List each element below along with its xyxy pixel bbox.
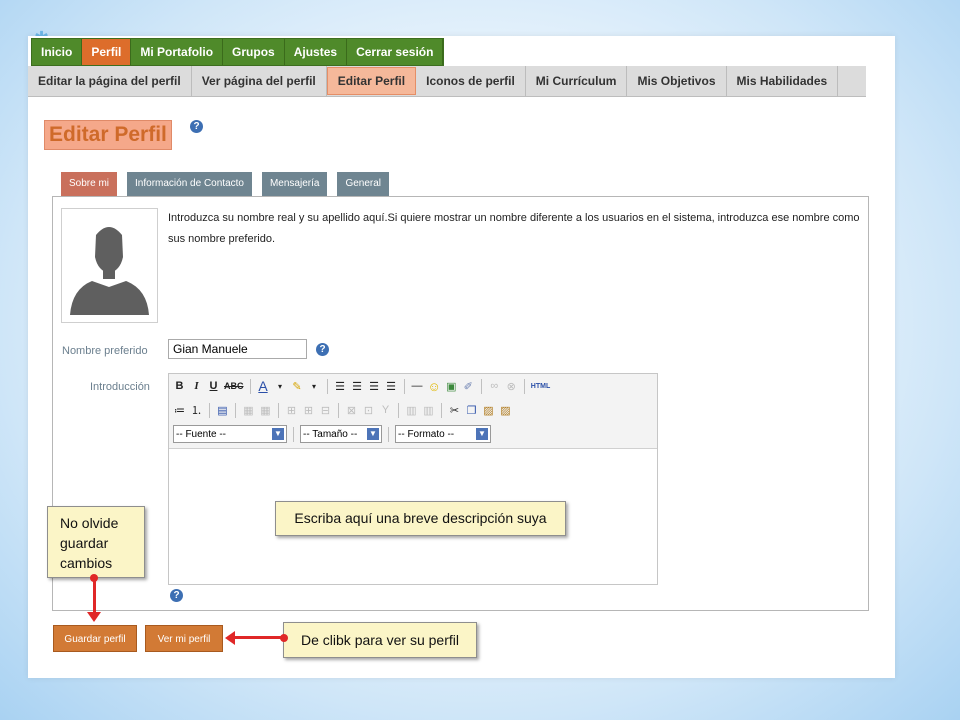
align-right-icon[interactable]: ☰ [368, 380, 381, 393]
preferred-name-label: Nombre preferido [62, 345, 148, 357]
tab-sobre-mi[interactable]: Sobre mi [61, 172, 118, 196]
copy-icon[interactable]: ❐ [465, 404, 478, 417]
underline-button[interactable]: U [207, 380, 220, 392]
sub-navigation: Editar la página del perfil Ver página d… [28, 66, 866, 97]
table-properties-icon[interactable]: Y [379, 404, 392, 416]
paste-text-icon[interactable]: ▨ [499, 404, 512, 417]
nav-perfil[interactable]: Perfil [82, 39, 132, 65]
nav-grupos[interactable]: Grupos [223, 39, 285, 65]
view-arrow [234, 636, 284, 639]
introduction-label: Introducción [90, 381, 150, 393]
rich-text-editor: B I U ABC A ▾ ✎ ▾ ☰ ☰ ☰ ☰ — ☺ ▣ ✐ ∞ ⊗ HT… [168, 373, 658, 585]
preferred-name-input[interactable] [168, 339, 307, 359]
preferred-name-help-icon[interactable]: ? [316, 343, 329, 356]
format-select-value: -- Formato -- [398, 428, 455, 440]
subnav-mis-objetivos[interactable]: Mis Objetivos [627, 66, 727, 96]
user-silhouette-icon [70, 227, 149, 315]
strikethrough-button[interactable]: ABC [224, 381, 244, 391]
table-insert-icon[interactable]: ▥ [422, 404, 435, 417]
main-navigation: Inicio Perfil Mi Portafolio Grupos Ajust… [31, 38, 445, 66]
html-source-button[interactable]: HTML [531, 383, 550, 390]
nav-ajustes[interactable]: Ajustes [285, 39, 348, 65]
page-title: Editar Perfil [49, 123, 167, 146]
tab-general[interactable]: General [337, 172, 390, 196]
table-edit-icon[interactable]: ▤ [216, 404, 229, 417]
split-cells-icon[interactable]: ⊡ [362, 404, 375, 417]
cleanup-icon[interactable]: ✐ [462, 380, 475, 393]
save-profile-button[interactable]: Guardar perfil [53, 625, 137, 652]
link-icon[interactable]: ∞ [488, 380, 501, 392]
horizontal-rule-icon[interactable]: — [411, 380, 424, 392]
subnav-editar-perfil[interactable]: Editar Perfil [326, 67, 417, 95]
numbered-list-icon[interactable]: ⒈ [190, 402, 203, 418]
editor-toolbar: B I U ABC A ▾ ✎ ▾ ☰ ☰ ☰ ☰ — ☺ ▣ ✐ ∞ ⊗ HT… [169, 374, 657, 449]
bullet-list-icon[interactable]: ≔ [173, 404, 186, 417]
profile-form: Introduzca su nombre real y su apellido … [52, 196, 869, 611]
name-instructions: Introduzca su nombre real y su apellido … [168, 212, 860, 245]
page-title-box: Editar Perfil [44, 120, 172, 150]
profile-tabs: Sobre mi Información de Contacto Mensaje… [61, 172, 390, 196]
view-profile-button[interactable]: Ver mi perfil [145, 625, 223, 652]
nav-mi-portafolio[interactable]: Mi Portafolio [131, 39, 224, 65]
image-icon[interactable]: ▣ [445, 380, 458, 393]
chevron-down-icon: ▼ [476, 428, 488, 440]
size-select[interactable]: -- Tamaño -- ▼ [300, 425, 382, 443]
avatar[interactable] [61, 208, 158, 323]
delete-row-icon[interactable]: ⊟ [319, 404, 332, 417]
align-justify-icon[interactable]: ☰ [385, 380, 398, 393]
table-row-icon[interactable]: ▦ [242, 404, 255, 417]
subnav-iconos-perfil[interactable]: Iconos de perfil [416, 66, 526, 96]
highlight-dropdown-icon[interactable]: ▾ [308, 382, 321, 391]
save-arrow-head-icon [87, 612, 101, 622]
help-icon[interactable]: ? [190, 120, 203, 133]
chevron-down-icon: ▼ [272, 428, 284, 440]
subnav-ver-pagina-perfil[interactable]: Ver página del perfil [192, 66, 327, 96]
format-select[interactable]: -- Formato -- ▼ [395, 425, 491, 443]
subnav-mis-habilidades[interactable]: Mis Habilidades [727, 66, 839, 96]
paste-icon[interactable]: ▨ [482, 404, 495, 417]
font-select-value: -- Fuente -- [176, 428, 227, 440]
italic-button[interactable]: I [190, 380, 203, 392]
profile-hint-callout: De clibk para ver su perfil [283, 622, 477, 658]
font-select[interactable]: -- Fuente -- ▼ [173, 425, 287, 443]
save-arrow [93, 578, 96, 616]
table-delete-icon[interactable]: ▥ [405, 404, 418, 417]
text-color-button[interactable]: A [257, 378, 270, 394]
unlink-icon[interactable]: ⊗ [505, 380, 518, 393]
tab-mensajeria[interactable]: Mensajería [261, 172, 328, 196]
browser-page: Inicio Perfil Mi Portafolio Grupos Ajust… [28, 36, 895, 678]
subnav-editar-pagina-perfil[interactable]: Editar la página del perfil [28, 66, 192, 96]
insert-row-icon[interactable]: ⊞ [285, 404, 298, 417]
align-center-icon[interactable]: ☰ [351, 380, 364, 393]
highlight-button[interactable]: ✎ [291, 380, 304, 393]
tab-informacion-contacto[interactable]: Información de Contacto [127, 172, 252, 196]
nav-cerrar-sesion[interactable]: Cerrar sesión [347, 39, 444, 65]
bold-button[interactable]: B [173, 380, 186, 392]
editor-hint-callout: Escriba aquí una breve descripción suya [275, 501, 566, 536]
size-select-value: -- Tamaño -- [303, 428, 358, 440]
align-left-icon[interactable]: ☰ [334, 380, 347, 393]
save-hint-callout: No olvide guardar cambios [47, 506, 145, 578]
merge-cells-icon[interactable]: ⊠ [345, 404, 358, 417]
cut-icon[interactable]: ✂ [448, 404, 461, 417]
introduction-help-icon[interactable]: ? [170, 589, 183, 602]
text-color-dropdown-icon[interactable]: ▾ [274, 382, 287, 391]
view-arrow-head-icon [225, 631, 235, 645]
table-cell-icon[interactable]: ▦ [259, 404, 272, 417]
insert-column-icon[interactable]: ⊞ [302, 404, 315, 417]
nav-inicio[interactable]: Inicio [32, 39, 83, 65]
emoticon-icon[interactable]: ☺ [428, 379, 441, 394]
chevron-down-icon: ▼ [367, 428, 379, 440]
subnav-mi-curriculum[interactable]: Mi Currículum [526, 66, 628, 96]
